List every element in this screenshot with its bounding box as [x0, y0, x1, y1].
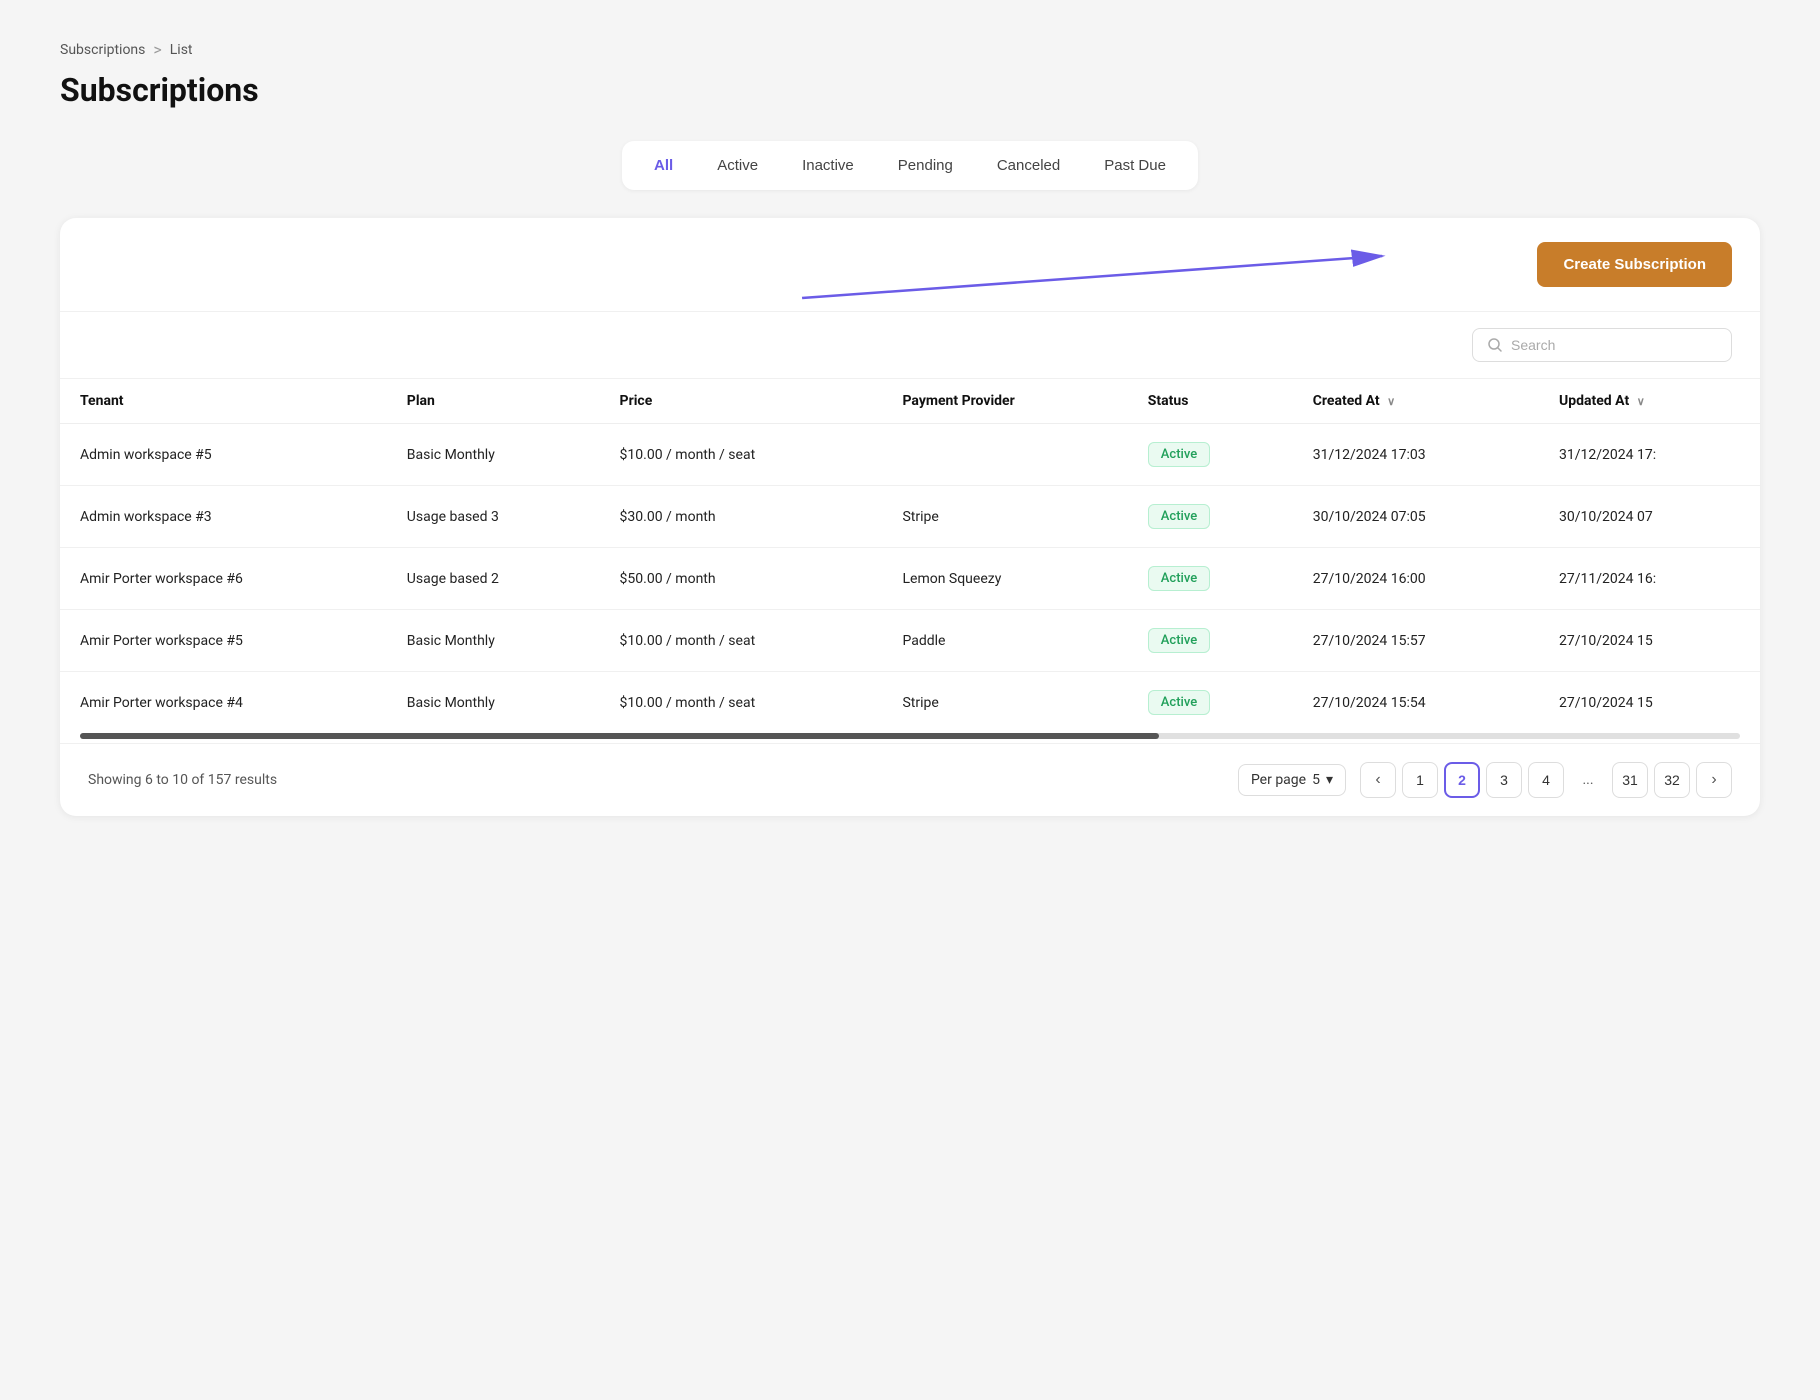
cell-payment-provider: Stripe [882, 486, 1127, 548]
cell-updated-at: 27/10/2024 15 [1539, 672, 1760, 734]
cell-plan: Basic Monthly [387, 610, 600, 672]
cell-created-at: 27/10/2024 15:54 [1293, 672, 1539, 734]
subscriptions-table: Tenant Plan Price Payment Provider Statu… [60, 379, 1760, 733]
scrollbar-row [60, 733, 1760, 743]
pagination-page-31[interactable]: 31 [1612, 762, 1648, 798]
cell-plan: Usage based 3 [387, 486, 600, 548]
cell-price: $10.00 / month / seat [600, 424, 883, 486]
per-page-select[interactable]: Per page 5 ▾ [1238, 764, 1346, 796]
cell-plan: Usage based 2 [387, 548, 600, 610]
col-header-price: Price [600, 379, 883, 424]
status-badge: Active [1148, 504, 1210, 529]
cell-tenant: Amir Porter workspace #5 [60, 610, 387, 672]
table-header-row: Tenant Plan Price Payment Provider Statu… [60, 379, 1760, 424]
table-row[interactable]: Amir Porter workspace #4 Basic Monthly $… [60, 672, 1760, 734]
col-header-tenant: Tenant [60, 379, 387, 424]
breadcrumb-separator: > [153, 40, 161, 59]
table-row[interactable]: Amir Porter workspace #5 Basic Monthly $… [60, 610, 1760, 672]
cell-price: $30.00 / month [600, 486, 883, 548]
cell-updated-at: 27/11/2024 16: [1539, 548, 1760, 610]
create-subscription-button[interactable]: Create Subscription [1537, 242, 1732, 287]
status-badge: Active [1148, 566, 1210, 591]
pagination-page-2[interactable]: 2 [1444, 762, 1480, 798]
cell-status: Active [1128, 610, 1293, 672]
search-row [60, 312, 1760, 379]
pagination-page-4[interactable]: 4 [1528, 762, 1564, 798]
pagination-prev-button[interactable]: ‹ [1360, 762, 1396, 798]
tab-past-due[interactable]: Past Due [1084, 149, 1186, 182]
cell-status: Active [1128, 486, 1293, 548]
cell-status: Active [1128, 548, 1293, 610]
cell-status: Active [1128, 424, 1293, 486]
tab-pending[interactable]: Pending [878, 149, 973, 182]
results-text: Showing 6 to 10 of 157 results [88, 772, 277, 788]
cell-payment-provider [882, 424, 1127, 486]
status-badge: Active [1148, 690, 1210, 715]
search-box [1472, 328, 1732, 362]
cell-tenant: Amir Porter workspace #6 [60, 548, 387, 610]
search-icon [1487, 337, 1503, 353]
cell-updated-at: 31/12/2024 17: [1539, 424, 1760, 486]
per-page-chevron-icon: ▾ [1326, 772, 1333, 788]
per-page-value: 5 [1312, 772, 1320, 788]
table-wrapper: Tenant Plan Price Payment Provider Statu… [60, 379, 1760, 733]
cell-tenant: Amir Porter workspace #4 [60, 672, 387, 734]
filter-tabs: All Active Inactive Pending Canceled Pas… [622, 141, 1198, 190]
cell-updated-at: 27/10/2024 15 [1539, 610, 1760, 672]
breadcrumb-current: List [170, 42, 193, 58]
cell-tenant: Admin workspace #3 [60, 486, 387, 548]
table-row[interactable]: Admin workspace #3 Usage based 3 $30.00 … [60, 486, 1760, 548]
main-card: Create Subscription Tenant Plan Price Pa… [60, 218, 1760, 816]
pagination: Per page 5 ▾ ‹ 1 2 3 4 ... 31 32 › [1238, 762, 1732, 798]
page-title: Subscriptions [60, 71, 1760, 109]
cell-payment-provider: Paddle [882, 610, 1127, 672]
updated-at-sort-icon: ∨ [1637, 395, 1645, 408]
per-page-label: Per page [1251, 772, 1306, 788]
cell-created-at: 27/10/2024 15:57 [1293, 610, 1539, 672]
created-at-sort-icon: ∨ [1387, 395, 1395, 408]
cell-tenant: Admin workspace #5 [60, 424, 387, 486]
cell-plan: Basic Monthly [387, 672, 600, 734]
breadcrumb-parent[interactable]: Subscriptions [60, 42, 145, 58]
cell-payment-provider: Stripe [882, 672, 1127, 734]
pagination-page-1[interactable]: 1 [1402, 762, 1438, 798]
col-header-status: Status [1128, 379, 1293, 424]
pagination-next-button[interactable]: › [1696, 762, 1732, 798]
cell-created-at: 31/12/2024 17:03 [1293, 424, 1539, 486]
cell-payment-provider: Lemon Squeezy [882, 548, 1127, 610]
cell-plan: Basic Monthly [387, 424, 600, 486]
cell-status: Active [1128, 672, 1293, 734]
col-header-updated-at[interactable]: Updated At ∨ [1539, 379, 1760, 424]
card-toolbar: Create Subscription [60, 218, 1760, 312]
tab-active[interactable]: Active [697, 149, 778, 182]
cell-updated-at: 30/10/2024 07 [1539, 486, 1760, 548]
cell-created-at: 27/10/2024 16:00 [1293, 548, 1539, 610]
scrollbar-track[interactable] [80, 733, 1740, 739]
col-header-payment-provider: Payment Provider [882, 379, 1127, 424]
pagination-page-32[interactable]: 32 [1654, 762, 1690, 798]
search-input[interactable] [1511, 337, 1717, 353]
col-header-plan: Plan [387, 379, 600, 424]
breadcrumb: Subscriptions > List [60, 40, 1760, 59]
card-footer: Showing 6 to 10 of 157 results Per page … [60, 743, 1760, 816]
status-badge: Active [1148, 628, 1210, 653]
cell-created-at: 30/10/2024 07:05 [1293, 486, 1539, 548]
tab-inactive[interactable]: Inactive [782, 149, 874, 182]
arrow-annotation [60, 218, 1760, 318]
table-row[interactable]: Amir Porter workspace #6 Usage based 2 $… [60, 548, 1760, 610]
scrollbar-thumb [80, 733, 1159, 739]
tab-canceled[interactable]: Canceled [977, 149, 1080, 182]
pagination-page-3[interactable]: 3 [1486, 762, 1522, 798]
cell-price: $10.00 / month / seat [600, 610, 883, 672]
status-badge: Active [1148, 442, 1210, 467]
tab-all[interactable]: All [634, 149, 693, 182]
cell-price: $10.00 / month / seat [600, 672, 883, 734]
cell-price: $50.00 / month [600, 548, 883, 610]
pagination-ellipsis: ... [1570, 762, 1606, 798]
table-row[interactable]: Admin workspace #5 Basic Monthly $10.00 … [60, 424, 1760, 486]
col-header-created-at[interactable]: Created At ∨ [1293, 379, 1539, 424]
